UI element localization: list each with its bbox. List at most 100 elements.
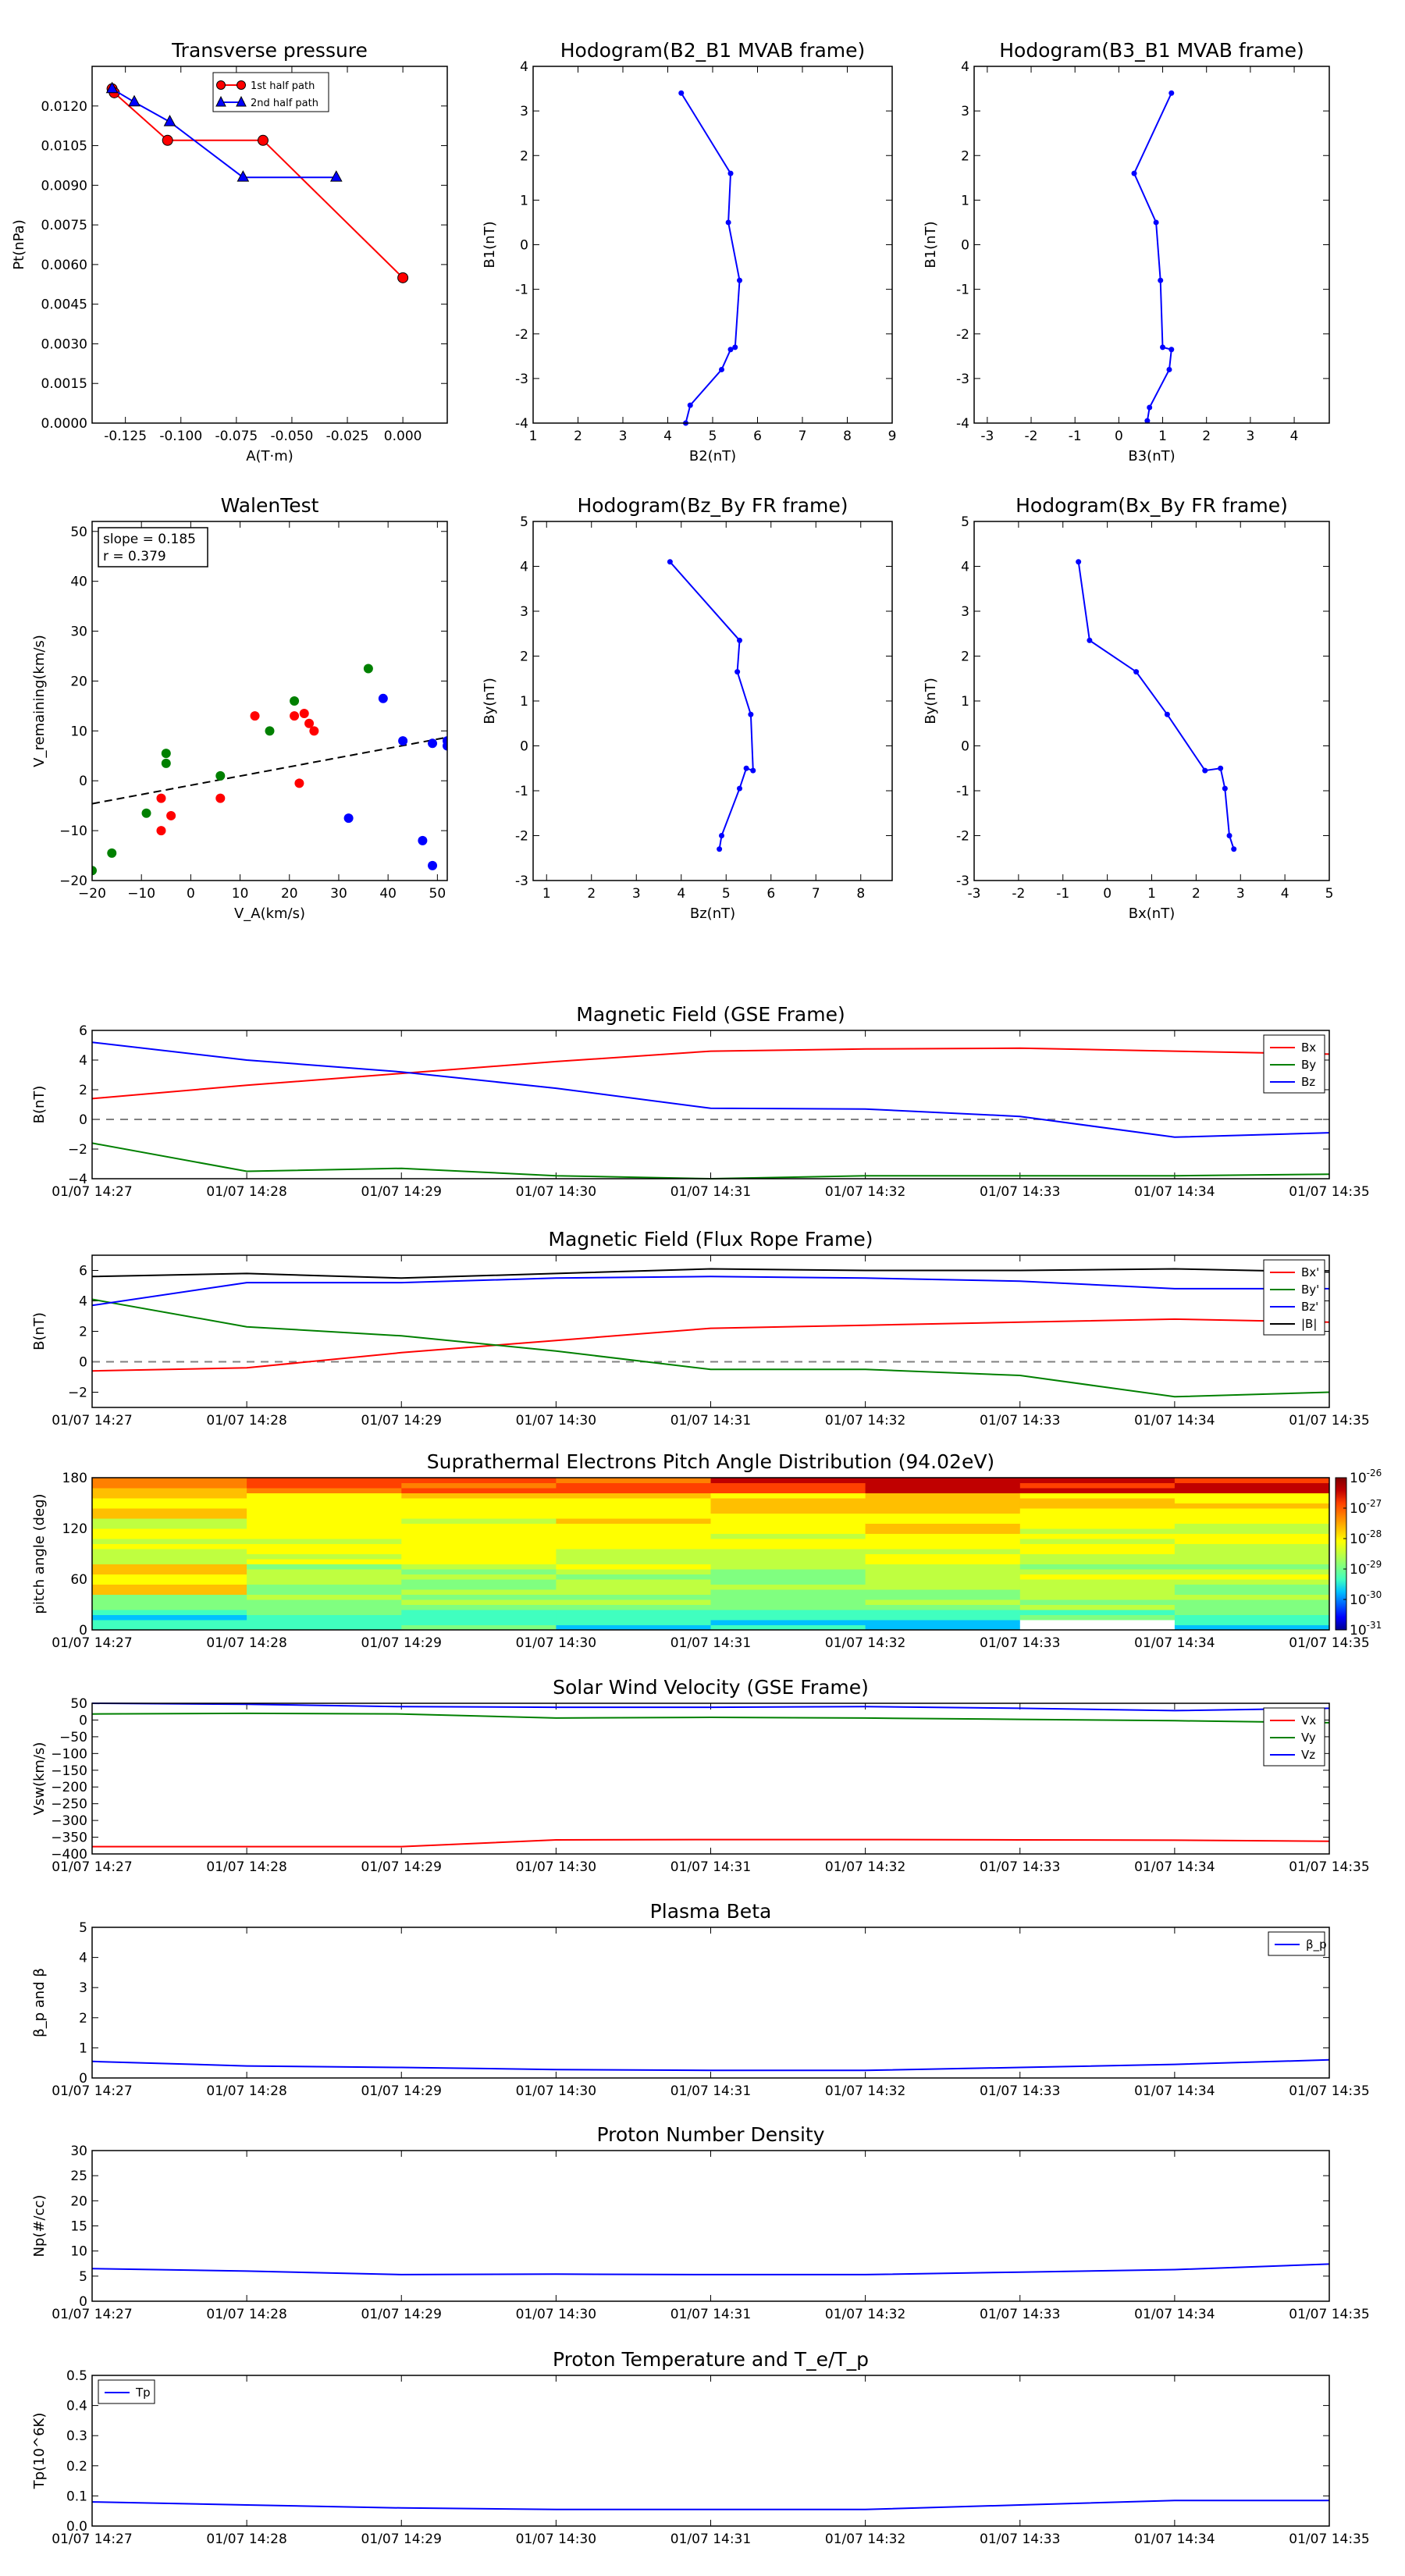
heatmap-cell	[710, 1549, 866, 1554]
chart-panel-1: Hodogram(B2_B1 MVAB frame) -4 -3 -2 -1 0 1 2 3 4 1…	[482, 39, 896, 464]
heatmap-cell	[92, 1614, 247, 1621]
heatmap-cell	[556, 1559, 711, 1564]
heatmap-cell	[865, 1539, 1021, 1544]
y-tick-label: -2	[956, 327, 969, 343]
y-axis-label: B1(nT)	[923, 221, 939, 268]
heatmap-cell	[247, 1498, 402, 1503]
data-point	[162, 134, 173, 146]
heatmap-cell	[401, 1493, 557, 1499]
heatmap-cell	[865, 1564, 1021, 1570]
heatmap-cell	[556, 1533, 711, 1539]
data-point	[1153, 219, 1159, 226]
heatmap-cell	[247, 1564, 402, 1570]
heatmap-cell	[92, 1574, 247, 1580]
heatmap-cell	[1019, 1553, 1176, 1560]
colorbar-tick-label: 10-31	[1350, 1620, 1382, 1638]
colorbar-tick-exponent: -26	[1367, 1468, 1382, 1478]
data-point	[107, 848, 117, 858]
chart-panel-10: Plasma Beta01234501/07 14:27 01/07 14:28 0…	[31, 1900, 1370, 2099]
chart-title: Hodogram(Bx_By FR frame)	[1016, 494, 1288, 517]
x-tick-label: 01/07 14:32	[825, 1184, 905, 1200]
data-point	[156, 793, 166, 803]
y-tick-label: −350	[51, 1831, 87, 1846]
plot-frame	[91, 2150, 1330, 2302]
x-tick-label: 01/07 14:34	[1134, 1184, 1215, 1200]
heatmap-cell	[92, 1488, 247, 1493]
data-point	[397, 272, 409, 283]
heatmap-cell	[401, 1513, 557, 1519]
y-tick-label: 1	[520, 694, 528, 710]
x-tick-label: 1	[542, 886, 551, 902]
data-point	[1202, 767, 1208, 774]
heatmap-cell	[92, 1539, 247, 1544]
heatmap-cell	[247, 1539, 402, 1544]
y-tick-label: 25	[70, 2169, 87, 2184]
plot-frame	[973, 66, 1330, 424]
y-tick-label: 30	[70, 624, 87, 640]
heatmap-cell	[92, 1543, 247, 1550]
heatmap-cell	[1174, 1539, 1330, 1544]
y-tick-label: 0.5	[66, 2368, 87, 2384]
heatmap-cell	[401, 1610, 557, 1615]
plot-frame	[91, 1927, 1330, 2079]
data-point	[294, 778, 304, 788]
x-tick-label: 1	[1158, 429, 1167, 444]
data-point	[737, 277, 742, 283]
heatmap-cell	[1019, 1482, 1176, 1489]
heatmap-cell	[710, 1513, 866, 1519]
heatmap-cell	[556, 1528, 711, 1534]
x-tick-label: 01/07 14:32	[825, 1859, 905, 1875]
data-point	[290, 696, 300, 706]
x-tick-label: 01/07 14:29	[361, 1184, 442, 1200]
x-axis-label: V_A(km/s)	[234, 906, 305, 922]
y-tick-label: 3	[961, 604, 969, 620]
y-tick-label: 0.0120	[41, 99, 87, 115]
y-tick-label: 6	[79, 1264, 87, 1279]
heatmap-cell	[865, 1553, 1021, 1560]
x-tick-label: -0.100	[159, 429, 202, 444]
x-tick-label: -3	[968, 886, 981, 902]
data-point	[1158, 277, 1164, 283]
data-point	[265, 726, 275, 736]
chart-panel-9: Solar Wind Velocity (GSE Frame)−400−350−…	[31, 1676, 1370, 1875]
heatmap-cell	[710, 1493, 866, 1499]
x-tick-label: 01/07 14:31	[670, 2083, 751, 2099]
legend-label: Vx	[1301, 1713, 1316, 1727]
heatmap-cell	[1174, 1559, 1330, 1564]
x-tick-label: 01/07 14:31	[670, 2532, 751, 2547]
y-tick-label: 6	[79, 1023, 87, 1039]
x-tick-label: 01/07 14:32	[825, 2532, 905, 2547]
x-tick-label: -0.125	[104, 429, 147, 444]
heatmap-cell	[92, 1513, 247, 1519]
y-tick-label: −250	[51, 1797, 87, 1813]
legend-label: Vy	[1301, 1731, 1316, 1745]
heatmap-cell	[1019, 1539, 1176, 1544]
chart-panel-4: Hodogram(Bz_By FR frame) -3 -2 -1 0 1 2 3 4 5 1 2 3 4…	[482, 494, 893, 922]
x-tick-label: 2	[1192, 886, 1200, 902]
x-tick-label: 9	[888, 429, 897, 444]
heatmap-cell	[710, 1610, 866, 1615]
heatmap-cell	[401, 1569, 557, 1574]
y-axis-label: B1(nT)	[482, 221, 498, 268]
x-tick-label: 01/07 14:31	[670, 1184, 751, 1200]
x-tick-label: 01/07 14:33	[980, 1859, 1060, 1875]
x-tick-label: 01/07 14:30	[516, 1413, 596, 1429]
x-tick-label: 1	[1147, 886, 1156, 902]
x-tick-label: −10	[127, 886, 155, 902]
x-tick-label: 01/07 14:32	[825, 1413, 905, 1429]
heatmap-cell	[1019, 1574, 1176, 1580]
chart-panel-3: WalenTest−20−1001020304050−20 −10 0 10 20 30 4…	[31, 494, 448, 922]
hodogram-line	[680, 92, 741, 424]
heatmap-cell	[92, 1493, 247, 1499]
heatmap-cell	[1174, 1478, 1330, 1483]
data-point	[428, 738, 438, 749]
y-tick-label: 180	[62, 1471, 87, 1486]
x-tick-label: 4	[677, 886, 685, 902]
heatmap-cell	[865, 1543, 1021, 1550]
heatmap-cell	[401, 1482, 557, 1489]
y-tick-label: 0	[79, 1112, 87, 1128]
heatmap-cell	[92, 1584, 247, 1590]
heatmap-cell	[865, 1559, 1021, 1564]
x-tick-label: 01/07 14:34	[1134, 1859, 1215, 1875]
x-tick-label: 01/07 14:35	[1289, 1413, 1369, 1429]
